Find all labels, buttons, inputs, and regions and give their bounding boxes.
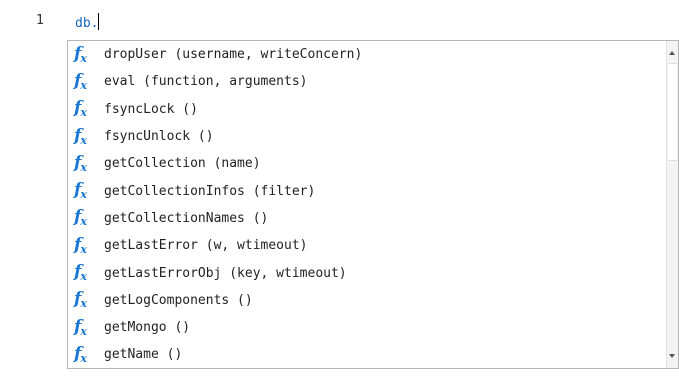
editor-line[interactable]: 1 db. [0,10,679,34]
function-icon: fx [74,70,87,92]
function-icon: fx [74,152,87,174]
autocomplete-item-label: getLogComponents () [104,292,253,308]
code-text[interactable]: db. [75,13,100,31]
autocomplete-item-label: fsyncLock () [104,101,198,117]
autocomplete-item-label: getLastError (w, wtimeout) [104,238,308,254]
autocomplete-item-label: getCollection (name) [104,156,261,172]
function-icon: fx [74,207,87,229]
function-icon: fx [74,234,87,256]
autocomplete-item[interactable]: fx dropUser (username, writeConcern) [68,41,666,68]
autocomplete-item-label: getLastErrorObj (key, wtimeout) [104,265,347,281]
autocomplete-popup[interactable]: fx dropUser (username, writeConcern) fx … [67,40,679,369]
text-cursor [98,13,100,30]
line-number: 1 [36,13,44,28]
autocomplete-item[interactable]: fx getMongo () [68,314,666,341]
autocomplete-item-label: getCollectionNames () [104,210,269,226]
autocomplete-list: fx dropUser (username, writeConcern) fx … [68,41,666,368]
autocomplete-scrollbar[interactable] [666,41,678,368]
scroll-down-arrow-icon[interactable] [669,354,675,358]
autocomplete-item[interactable]: fx getCollection (name) [68,150,666,177]
function-icon: fx [74,125,87,147]
code-editor[interactable]: 1 db. fx dropUser (username, writeConcer… [0,0,679,376]
code-content: db. [75,16,99,31]
function-icon: fx [74,180,87,202]
function-icon: fx [74,316,87,338]
autocomplete-item[interactable]: fx eval (function, arguments) [68,68,666,95]
function-icon: fx [74,343,87,365]
function-icon: fx [74,43,87,65]
autocomplete-item[interactable]: fx getCollectionNames () [68,205,666,232]
autocomplete-item[interactable]: fx getLastError (w, wtimeout) [68,232,666,259]
function-icon: fx [74,262,87,284]
autocomplete-item-label: getMongo () [104,320,191,336]
scrollbar-thumb[interactable] [668,63,677,161]
autocomplete-item-label: getName () [104,347,183,363]
autocomplete-item-label: fsyncUnlock () [104,129,214,145]
autocomplete-item[interactable]: fx fsyncLock () [68,96,666,123]
autocomplete-item-label: eval (function, arguments) [104,74,308,90]
autocomplete-item[interactable]: fx getCollectionInfos (filter) [68,177,666,204]
function-icon: fx [74,98,87,120]
autocomplete-item[interactable]: fx getLastErrorObj (key, wtimeout) [68,259,666,286]
autocomplete-item[interactable]: fx getName () [68,341,666,368]
autocomplete-item-label: getCollectionInfos (filter) [104,183,316,199]
autocomplete-item[interactable]: fx getLogComponents () [68,287,666,314]
autocomplete-item-label: dropUser (username, writeConcern) [104,47,363,63]
scroll-up-arrow-icon[interactable] [669,51,675,55]
function-icon: fx [74,289,87,311]
autocomplete-item[interactable]: fx fsyncUnlock () [68,123,666,150]
